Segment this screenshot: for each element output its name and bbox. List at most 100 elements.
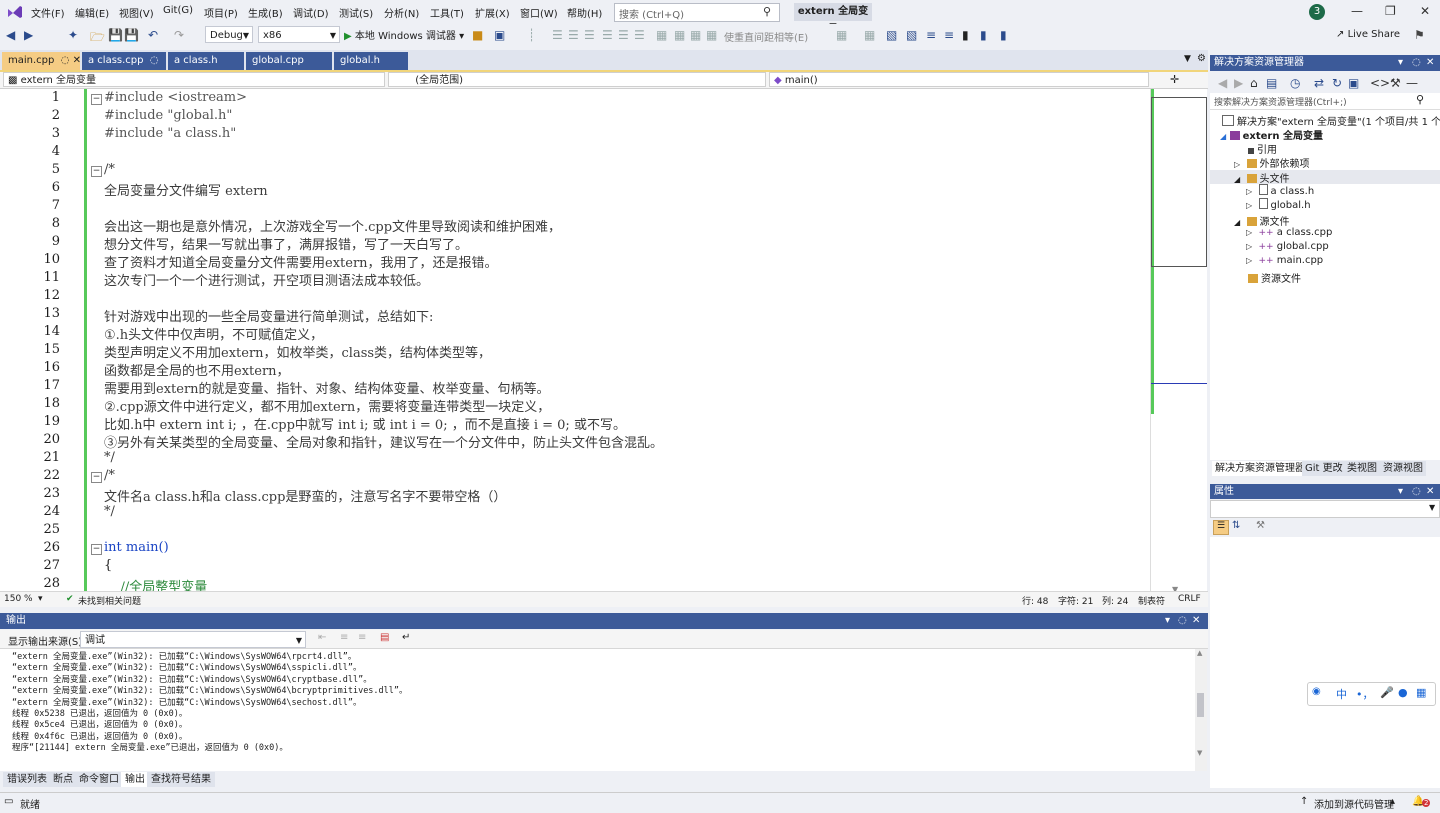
feedback-icon[interactable]: ⚑ [1414, 28, 1425, 42]
tree-source-files[interactable]: ◢ 源文件 [1234, 213, 1290, 228]
forward-icon[interactable]: ▶ [1234, 76, 1243, 90]
tab-a-class-cpp[interactable]: a class.cpp ◌ [82, 52, 166, 70]
tree-file-main-cpp[interactable]: ▷ ++ main.cpp [1246, 255, 1323, 266]
collapse-all-icon[interactable]: ▣ [1348, 76, 1359, 90]
restore-icon[interactable]: ❐ [1385, 4, 1396, 18]
close-icon[interactable]: ✕ [1192, 613, 1200, 629]
issues-status[interactable]: 未找到相关问题 [78, 594, 141, 607]
menu-test[interactable]: 测试(S) [339, 5, 373, 20]
uncomment-icon[interactable]: ≡ [944, 28, 954, 42]
grid-icon[interactable]: ▦ [706, 28, 717, 42]
horizontal-spacing-icon[interactable]: ▦ [836, 28, 847, 42]
tab-global-h[interactable]: global.h [334, 52, 408, 70]
menu-build[interactable]: 生成(B) [248, 5, 283, 20]
platform-select[interactable]: x86 ▼ [258, 26, 340, 43]
tab-find-symbol-results[interactable]: 查找符号结果 [147, 772, 215, 787]
scrollbar-minimap[interactable] [1150, 89, 1207, 591]
comment-icon[interactable]: ≡ [926, 28, 936, 42]
pin-icon[interactable]: ◌ [61, 55, 70, 66]
align-top-icon[interactable]: ☰ [602, 28, 613, 42]
prev-message-icon[interactable]: ≡ [340, 632, 348, 643]
same-height-icon[interactable]: ▦ [674, 28, 685, 42]
ime-toolbar[interactable]: ◉ 中 •， 🎤 ● ▦ [1307, 682, 1436, 706]
minimap-viewport[interactable] [1151, 97, 1207, 267]
back-icon[interactable]: ◀ [6, 28, 15, 42]
home-icon[interactable]: ⌂ [1250, 76, 1258, 90]
tabs-indicator[interactable]: 制表符 [1138, 594, 1165, 607]
align-right-icon[interactable]: ☰ [584, 28, 595, 42]
align-middle-icon[interactable]: ☰ [618, 28, 629, 42]
settings-icon[interactable]: ⚙ [1197, 53, 1206, 64]
categorized-icon[interactable]: ☰ [1213, 520, 1229, 535]
tab-command-window[interactable]: 命令窗口 [75, 772, 123, 787]
tree-file-a-class-cpp[interactable]: ▷ ++ a class.cpp [1246, 227, 1332, 238]
live-share-button[interactable]: ↗ Live Share [1336, 29, 1400, 40]
menu-git[interactable]: Git(G) [163, 5, 193, 16]
scroll-thumb[interactable] [1197, 693, 1204, 717]
forward-icon[interactable]: ▶ [24, 28, 33, 42]
pending-changes-filter-icon[interactable]: ◷ [1290, 76, 1300, 90]
code-view-icon[interactable]: <> [1370, 76, 1390, 90]
next-message-icon[interactable]: ≡ [358, 632, 366, 643]
sync-icon[interactable]: ⇄ [1314, 76, 1324, 90]
scope-select[interactable]: (全局范围) [388, 72, 766, 87]
tree-file-a-class-h[interactable]: ▷ a class.h [1246, 184, 1314, 197]
tree-references[interactable]: 引用 [1248, 141, 1277, 156]
preview-icon[interactable]: — [1406, 76, 1418, 90]
scroll-up-icon[interactable]: ▲ [1197, 649, 1202, 657]
undo-icon[interactable]: ↶ [148, 28, 158, 42]
tree-external-deps[interactable]: ▷ 外部依赖项 [1234, 155, 1310, 170]
hot-reload-icon[interactable]: ■ [472, 28, 483, 42]
tab-output[interactable]: 输出 [121, 772, 149, 787]
save-icon[interactable]: 💾 [108, 28, 123, 42]
tab-solution-explorer[interactable]: 解决方案资源管理器 [1212, 461, 1308, 476]
vertical-spacing-equal-button[interactable]: 使重直间距相等(E) [724, 29, 808, 44]
menu-help[interactable]: 帮助(H) [567, 5, 602, 20]
align-center-icon[interactable]: ☰ [568, 28, 579, 42]
properties-object-select[interactable]: ▼ [1210, 500, 1440, 518]
user-icon[interactable]: ● [1398, 686, 1408, 699]
switch-views-icon[interactable]: ▤ [1266, 76, 1277, 90]
open-folder-icon[interactable]: 🗁 [90, 28, 105, 49]
fold-toggle-icon[interactable]: − [91, 166, 102, 177]
alphabetical-icon[interactable]: ⇅ [1232, 520, 1240, 531]
tab-error-list[interactable]: 错误列表 [3, 772, 51, 787]
member-select[interactable]: ◆ main() [769, 72, 1149, 87]
clear-all-icon[interactable]: ▤ [380, 632, 389, 643]
pin-icon[interactable]: ◌ [1412, 55, 1421, 71]
close-icon[interactable]: ✕ [1426, 55, 1434, 71]
config-select[interactable]: Debug ▼ [205, 26, 253, 43]
avatar[interactable]: 3 [1309, 4, 1325, 20]
fold-toggle-icon[interactable]: − [91, 472, 102, 483]
start-debugging-button[interactable]: ▶ 本地 Windows 调试器 ▾ [344, 27, 464, 42]
new-project-icon[interactable]: ✦ [68, 28, 78, 42]
vertical-spacing-icon[interactable]: ▦ [864, 28, 875, 42]
zoom-level[interactable]: 150 % [4, 594, 33, 604]
panel-menu-icon[interactable]: ▾ [1398, 55, 1403, 71]
tree-header-files[interactable]: ◢ 头文件 [1234, 170, 1290, 185]
menu-tools[interactable]: 工具(T) [430, 5, 464, 20]
align-bottom-icon[interactable]: ☰ [634, 28, 645, 42]
tree-solution[interactable]: 解决方案"extern 全局变量"(1 个项目/共 1 个) [1222, 113, 1440, 128]
menu-debug[interactable]: 调试(D) [293, 5, 329, 20]
bookmark-icon[interactable]: ▮ [962, 28, 969, 42]
output-text[interactable]: “extern 全局变量.exe”(Win32): 已加载“C:\Windows… [0, 649, 1195, 771]
same-size-icon[interactable]: ▦ [690, 28, 701, 42]
pin-icon[interactable]: ◌ [1178, 613, 1187, 629]
scroll-down-icon[interactable]: ▼ [1197, 749, 1202, 757]
code-editor[interactable]: 1− #include <iostream> 2 #include "global.h… [0, 89, 1150, 591]
ime-language[interactable]: 中 [1336, 686, 1347, 702]
refresh-icon[interactable]: ↻ [1332, 76, 1342, 90]
tab-order-icon[interactable]: ▧ [886, 28, 897, 42]
panel-menu-icon[interactable]: ▾ [1165, 613, 1170, 629]
fold-toggle-icon[interactable]: − [91, 94, 102, 105]
menu-file[interactable]: 文件(F) [31, 5, 65, 20]
solution-explorer-search[interactable]: 搜索解决方案资源管理器(Ctrl+;) ⚲ [1210, 93, 1440, 110]
tab-resource-view[interactable]: 资源视图 [1380, 461, 1426, 476]
redo-icon[interactable]: ↷ [174, 28, 184, 42]
menu-edit[interactable]: 编辑(E) [75, 5, 109, 20]
tab-global-cpp[interactable]: global.cpp [246, 52, 332, 70]
tab-a-class-h[interactable]: a class.h [168, 52, 244, 70]
find-message-icon[interactable]: ⇤ [318, 632, 326, 643]
minimize-icon[interactable]: — [1351, 4, 1363, 18]
